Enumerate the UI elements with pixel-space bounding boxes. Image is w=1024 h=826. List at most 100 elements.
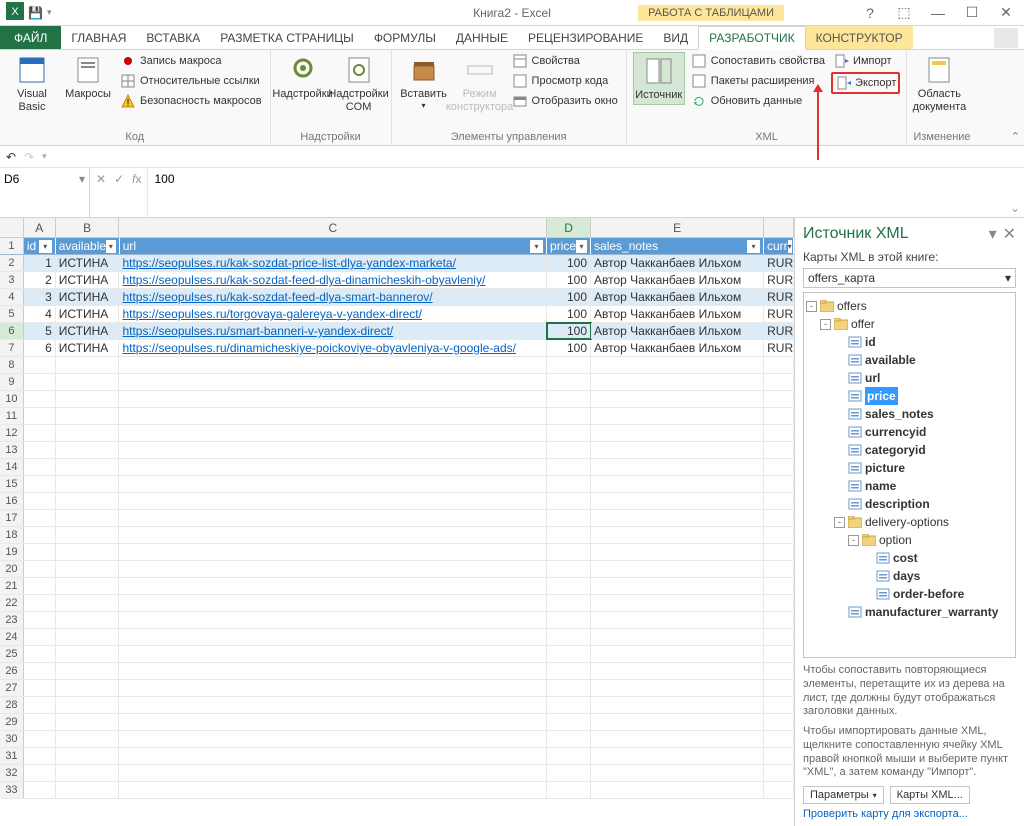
row-header[interactable]: 27 xyxy=(0,680,24,696)
cell[interactable]: 2 xyxy=(24,272,56,288)
row-header[interactable]: 22 xyxy=(0,595,24,611)
close-icon[interactable]: ✕ xyxy=(992,3,1020,23)
row-header[interactable]: 15 xyxy=(0,476,24,492)
empty-row[interactable]: 30 xyxy=(0,731,794,748)
column-header[interactable]: E xyxy=(591,218,764,237)
cell[interactable]: 4 xyxy=(24,306,56,322)
row-header[interactable]: 16 xyxy=(0,493,24,509)
table-row[interactable]: 5 4 ИСТИНА https://seopulses.ru/torgovay… xyxy=(0,306,794,323)
empty-row[interactable]: 31 xyxy=(0,748,794,765)
map-properties-button[interactable]: Сопоставить свойства xyxy=(689,52,827,70)
empty-row[interactable]: 27 xyxy=(0,680,794,697)
expansion-packs-button[interactable]: Пакеты расширения xyxy=(689,72,827,90)
cell-link[interactable]: https://seopulses.ru/kak-sozdat-feed-dly… xyxy=(119,289,547,305)
cell[interactable]: RUR xyxy=(764,289,794,305)
table-row[interactable]: 2 1 ИСТИНА https://seopulses.ru/kak-sozd… xyxy=(0,255,794,272)
select-all-corner[interactable] xyxy=(0,218,24,237)
table-header[interactable]: curr▾ xyxy=(764,238,794,254)
row-header[interactable]: 2 xyxy=(0,255,24,271)
row-header[interactable]: 25 xyxy=(0,646,24,662)
column-header[interactable]: D xyxy=(547,218,591,237)
empty-row[interactable]: 11 xyxy=(0,408,794,425)
empty-row[interactable]: 15 xyxy=(0,476,794,493)
cell[interactable]: ИСТИНА xyxy=(56,289,120,305)
redo-icon[interactable]: ↷ xyxy=(24,150,34,164)
cell[interactable]: Автор Чакканбаев Ильхом xyxy=(591,272,764,288)
cell[interactable]: 5 xyxy=(24,323,56,339)
row-header[interactable]: 4 xyxy=(0,289,24,305)
empty-row[interactable]: 19 xyxy=(0,544,794,561)
column-header[interactable]: B xyxy=(56,218,120,237)
cell[interactable]: 100 xyxy=(547,340,591,356)
tree-node[interactable]: name xyxy=(806,477,1013,495)
row-header[interactable]: 33 xyxy=(0,782,24,798)
cell[interactable]: ИСТИНА xyxy=(56,272,120,288)
xml-export-button[interactable]: Экспорт xyxy=(831,72,900,94)
tree-node[interactable]: cost xyxy=(806,549,1013,567)
user-account-icon[interactable] xyxy=(994,28,1018,48)
fx-icon[interactable]: fx xyxy=(132,172,141,186)
cell[interactable]: RUR xyxy=(764,340,794,356)
row-header[interactable]: 6 xyxy=(0,323,24,339)
run-dialog-button[interactable]: Отобразить окно xyxy=(510,92,620,110)
collapse-ribbon-icon[interactable]: ⌃ xyxy=(1011,130,1020,143)
row-header[interactable]: 24 xyxy=(0,629,24,645)
row-header[interactable]: 11 xyxy=(0,408,24,424)
filter-icon[interactable]: ▾ xyxy=(530,240,543,253)
row-header[interactable]: 17 xyxy=(0,510,24,526)
visual-basic-button[interactable]: Visual Basic xyxy=(6,52,58,115)
row-header[interactable]: 26 xyxy=(0,663,24,679)
tree-toggle-icon[interactable]: - xyxy=(848,535,859,546)
cell[interactable]: RUR xyxy=(764,272,794,288)
document-panel-button[interactable]: Область документа xyxy=(913,52,965,115)
cancel-formula-icon[interactable]: ✕ xyxy=(96,172,106,186)
row-header[interactable]: 30 xyxy=(0,731,24,747)
tree-node[interactable]: -option xyxy=(806,531,1013,549)
view-code-button[interactable]: Просмотр кода xyxy=(510,72,620,90)
row-header[interactable]: 10 xyxy=(0,391,24,407)
enter-formula-icon[interactable]: ✓ xyxy=(114,172,124,186)
table-header[interactable]: price▾ xyxy=(547,238,591,254)
tree-node[interactable]: days xyxy=(806,567,1013,585)
tree-node[interactable]: categoryid xyxy=(806,441,1013,459)
cell[interactable]: 3 xyxy=(24,289,56,305)
insert-control-button[interactable]: Вставить▾ xyxy=(398,52,450,112)
empty-row[interactable]: 9 xyxy=(0,374,794,391)
empty-row[interactable]: 16 xyxy=(0,493,794,510)
column-header[interactable] xyxy=(764,218,794,237)
tree-toggle-icon[interactable]: - xyxy=(806,301,817,312)
namebox-dropdown-icon[interactable]: ▾ xyxy=(79,172,85,186)
table-header[interactable]: url▾ xyxy=(120,238,547,254)
empty-row[interactable]: 12 xyxy=(0,425,794,442)
cell-link[interactable]: https://seopulses.ru/kak-sozdat-feed-dly… xyxy=(119,272,547,288)
macro-security-button[interactable]: !Безопасность макросов xyxy=(118,92,264,110)
row-header[interactable]: 18 xyxy=(0,527,24,543)
tree-node[interactable]: -offers xyxy=(806,297,1013,315)
row-header[interactable]: 31 xyxy=(0,748,24,764)
row-header[interactable]: 28 xyxy=(0,697,24,713)
refresh-data-button[interactable]: Обновить данные xyxy=(689,92,827,110)
macros-button[interactable]: Макросы xyxy=(62,52,114,103)
cell[interactable]: 6 xyxy=(24,340,56,356)
panel-dropdown-icon[interactable]: ▾ xyxy=(989,224,997,244)
table-row[interactable]: 6 5 ИСТИНА https://seopulses.ru/smart-ba… xyxy=(0,323,794,340)
tree-node[interactable]: -delivery-options xyxy=(806,513,1013,531)
com-addins-button[interactable]: Надстройки COM xyxy=(333,52,385,115)
tab-file[interactable]: ФАЙЛ xyxy=(0,26,61,49)
xml-map-select[interactable]: offers_карта ▾ xyxy=(803,268,1016,288)
tree-node[interactable]: picture xyxy=(806,459,1013,477)
qat2-dropdown-icon[interactable]: ▾ xyxy=(42,151,47,162)
empty-row[interactable]: 24 xyxy=(0,629,794,646)
empty-row[interactable]: 26 xyxy=(0,663,794,680)
table-row[interactable]: 3 2 ИСТИНА https://seopulses.ru/kak-sozd… xyxy=(0,272,794,289)
row-header[interactable]: 32 xyxy=(0,765,24,781)
empty-row[interactable]: 8 xyxy=(0,357,794,374)
row-header[interactable]: 21 xyxy=(0,578,24,594)
design-mode-button[interactable]: Режим конструктора xyxy=(454,52,506,115)
cell[interactable]: RUR xyxy=(764,255,794,271)
row-header[interactable]: 20 xyxy=(0,561,24,577)
tree-node[interactable]: order-before xyxy=(806,585,1013,603)
cell[interactable]: Автор Чакканбаев Ильхом xyxy=(591,323,764,339)
cell-link[interactable]: https://seopulses.ru/kak-sozdat-price-li… xyxy=(119,255,547,271)
empty-row[interactable]: 13 xyxy=(0,442,794,459)
